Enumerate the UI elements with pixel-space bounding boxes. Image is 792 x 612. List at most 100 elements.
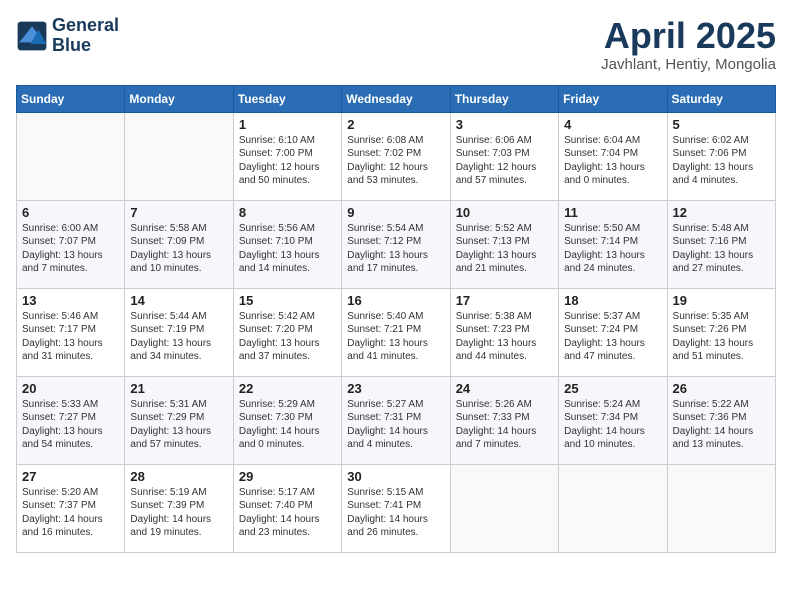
calendar-cell: 30Sunrise: 5:15 AM Sunset: 7:41 PM Dayli… xyxy=(342,464,450,552)
day-info: Sunrise: 5:27 AM Sunset: 7:31 PM Dayligh… xyxy=(347,398,444,452)
day-number: 28 xyxy=(130,469,227,484)
day-number: 23 xyxy=(347,381,444,396)
calendar-cell: 27 Sunrise: 5:20 AM Sunset: 7:37 PM Dayli… xyxy=(17,464,125,552)
day-number: 11 xyxy=(564,205,661,220)
calendar-cell xyxy=(667,464,775,552)
day-number: 16 xyxy=(347,293,444,308)
day-number: 26 xyxy=(673,381,770,396)
day-number: 20 xyxy=(22,381,119,396)
calendar-cell: 18Sunrise: 5:37 AM Sunset: 7:24 PM Dayli… xyxy=(559,288,667,376)
day-number: 10 xyxy=(456,205,553,220)
day-info: Sunrise: 6:02 AM Sunset: 7:06 PM Dayligh… xyxy=(673,134,770,188)
logo-icon xyxy=(16,20,48,52)
calendar-body: 1Sunrise: 6:10 AM Sunset: 7:00 PM Daylig… xyxy=(17,112,776,552)
day-number: 6 xyxy=(22,205,119,220)
calendar-cell: 12 Sunrise: 5:48 AM Sunset: 7:16 PM Dayli… xyxy=(667,200,775,288)
calendar-cell: 4 Sunrise: 6:04 AM Sunset: 7:04 PM Daylig… xyxy=(559,112,667,200)
logo-line1: General xyxy=(52,16,119,36)
day-info: Sunrise: 5:48 AM Sunset: 7:16 PM Dayligh… xyxy=(673,222,770,276)
day-info: Sunrise: 5:22 AM Sunset: 7:36 PM Dayligh… xyxy=(673,398,770,452)
calendar-cell xyxy=(559,464,667,552)
day-number: 14 xyxy=(130,293,227,308)
location-subtitle: Javhlant, Hentiy, Mongolia xyxy=(601,56,776,73)
day-of-week-header: Saturday xyxy=(667,85,775,112)
day-number: 27 xyxy=(22,469,119,484)
calendar-cell xyxy=(17,112,125,200)
day-of-week-header: Monday xyxy=(125,85,233,112)
day-number: 24 xyxy=(456,381,553,396)
day-of-week-header: Sunday xyxy=(17,85,125,112)
calendar-cell: 7 Sunrise: 5:58 AM Sunset: 7:09 PM Daylig… xyxy=(125,200,233,288)
calendar-cell: 3 Sunrise: 6:06 AM Sunset: 7:03 PM Daylig… xyxy=(450,112,558,200)
day-of-week-header: Wednesday xyxy=(342,85,450,112)
day-info: Sunrise: 5:54 AM Sunset: 7:12 PM Dayligh… xyxy=(347,222,444,276)
logo: General Blue xyxy=(16,16,119,56)
day-info: Sunrise: 6:08 AM Sunset: 7:02 PM Dayligh… xyxy=(347,134,444,188)
calendar-cell: 10Sunrise: 5:52 AM Sunset: 7:13 PM Dayli… xyxy=(450,200,558,288)
calendar-table: SundayMondayTuesdayWednesdayThursdayFrid… xyxy=(16,85,776,553)
calendar-cell: 26 Sunrise: 5:22 AM Sunset: 7:36 PM Dayli… xyxy=(667,376,775,464)
day-info: Sunrise: 5:38 AM Sunset: 7:23 PM Dayligh… xyxy=(456,310,553,364)
day-of-week-header: Friday xyxy=(559,85,667,112)
day-info: Sunrise: 5:35 AM Sunset: 7:26 PM Dayligh… xyxy=(673,310,770,364)
day-info: Sunrise: 5:17 AM Sunset: 7:40 PM Dayligh… xyxy=(239,486,336,540)
day-number: 13 xyxy=(22,293,119,308)
calendar-cell: 9 Sunrise: 5:54 AM Sunset: 7:12 PM Daylig… xyxy=(342,200,450,288)
calendar-cell: 6Sunrise: 6:00 AM Sunset: 7:07 PM Daylig… xyxy=(17,200,125,288)
day-number: 2 xyxy=(347,117,444,132)
day-number: 7 xyxy=(130,205,227,220)
calendar-week-row: 20 Sunrise: 5:33 AM Sunset: 7:27 PM Dayli… xyxy=(17,376,776,464)
calendar-cell: 1Sunrise: 6:10 AM Sunset: 7:00 PM Daylig… xyxy=(233,112,341,200)
day-number: 21 xyxy=(130,381,227,396)
calendar-cell: 29Sunrise: 5:17 AM Sunset: 7:40 PM Dayli… xyxy=(233,464,341,552)
calendar-week-row: 27 Sunrise: 5:20 AM Sunset: 7:37 PM Dayli… xyxy=(17,464,776,552)
calendar-cell: 19 Sunrise: 5:35 AM Sunset: 7:26 PM Dayli… xyxy=(667,288,775,376)
day-info: Sunrise: 5:20 AM Sunset: 7:37 PM Dayligh… xyxy=(22,486,119,540)
day-number: 12 xyxy=(673,205,770,220)
day-number: 8 xyxy=(239,205,336,220)
calendar-cell: 11 Sunrise: 5:50 AM Sunset: 7:14 PM Dayli… xyxy=(559,200,667,288)
day-number: 19 xyxy=(673,293,770,308)
calendar-cell: 24 Sunrise: 5:26 AM Sunset: 7:33 PM Dayli… xyxy=(450,376,558,464)
day-info: Sunrise: 5:15 AM Sunset: 7:41 PM Dayligh… xyxy=(347,486,444,540)
day-info: Sunrise: 5:24 AM Sunset: 7:34 PM Dayligh… xyxy=(564,398,661,452)
day-info: Sunrise: 5:33 AM Sunset: 7:27 PM Dayligh… xyxy=(22,398,119,452)
title-block: April 2025 Javhlant, Hentiy, Mongolia xyxy=(601,16,776,73)
calendar-cell: 23 Sunrise: 5:27 AM Sunset: 7:31 PM Dayli… xyxy=(342,376,450,464)
day-info: Sunrise: 5:19 AM Sunset: 7:39 PM Dayligh… xyxy=(130,486,227,540)
day-number: 17 xyxy=(456,293,553,308)
calendar-cell xyxy=(125,112,233,200)
page-header: General Blue April 2025 Javhlant, Hentiy… xyxy=(16,16,776,73)
calendar-cell: 21 Sunrise: 5:31 AM Sunset: 7:29 PM Dayli… xyxy=(125,376,233,464)
calendar-cell: 15Sunrise: 5:42 AM Sunset: 7:20 PM Dayli… xyxy=(233,288,341,376)
day-info: Sunrise: 5:31 AM Sunset: 7:29 PM Dayligh… xyxy=(130,398,227,452)
calendar-cell: 20 Sunrise: 5:33 AM Sunset: 7:27 PM Dayli… xyxy=(17,376,125,464)
day-info: Sunrise: 5:26 AM Sunset: 7:33 PM Dayligh… xyxy=(456,398,553,452)
day-number: 15 xyxy=(239,293,336,308)
calendar-cell: 17 Sunrise: 5:38 AM Sunset: 7:23 PM Dayli… xyxy=(450,288,558,376)
day-info: Sunrise: 5:58 AM Sunset: 7:09 PM Dayligh… xyxy=(130,222,227,276)
month-title: April 2025 xyxy=(601,16,776,56)
calendar-cell: 25 Sunrise: 5:24 AM Sunset: 7:34 PM Dayli… xyxy=(559,376,667,464)
day-info: Sunrise: 5:40 AM Sunset: 7:21 PM Dayligh… xyxy=(347,310,444,364)
day-info: Sunrise: 5:50 AM Sunset: 7:14 PM Dayligh… xyxy=(564,222,661,276)
calendar-cell: 28 Sunrise: 5:19 AM Sunset: 7:39 PM Dayli… xyxy=(125,464,233,552)
day-number: 18 xyxy=(564,293,661,308)
day-of-week-header: Thursday xyxy=(450,85,558,112)
calendar-week-row: 6Sunrise: 6:00 AM Sunset: 7:07 PM Daylig… xyxy=(17,200,776,288)
calendar-cell xyxy=(450,464,558,552)
day-number: 22 xyxy=(239,381,336,396)
day-number: 5 xyxy=(673,117,770,132)
day-number: 9 xyxy=(347,205,444,220)
day-info: Sunrise: 6:06 AM Sunset: 7:03 PM Dayligh… xyxy=(456,134,553,188)
day-info: Sunrise: 6:04 AM Sunset: 7:04 PM Dayligh… xyxy=(564,134,661,188)
calendar-cell: 13Sunrise: 5:46 AM Sunset: 7:17 PM Dayli… xyxy=(17,288,125,376)
day-info: Sunrise: 5:56 AM Sunset: 7:10 PM Dayligh… xyxy=(239,222,336,276)
logo-line2: Blue xyxy=(52,36,119,56)
logo-text: General Blue xyxy=(52,16,119,56)
day-number: 4 xyxy=(564,117,661,132)
day-number: 25 xyxy=(564,381,661,396)
day-number: 3 xyxy=(456,117,553,132)
calendar-week-row: 13Sunrise: 5:46 AM Sunset: 7:17 PM Dayli… xyxy=(17,288,776,376)
calendar-week-row: 1Sunrise: 6:10 AM Sunset: 7:00 PM Daylig… xyxy=(17,112,776,200)
